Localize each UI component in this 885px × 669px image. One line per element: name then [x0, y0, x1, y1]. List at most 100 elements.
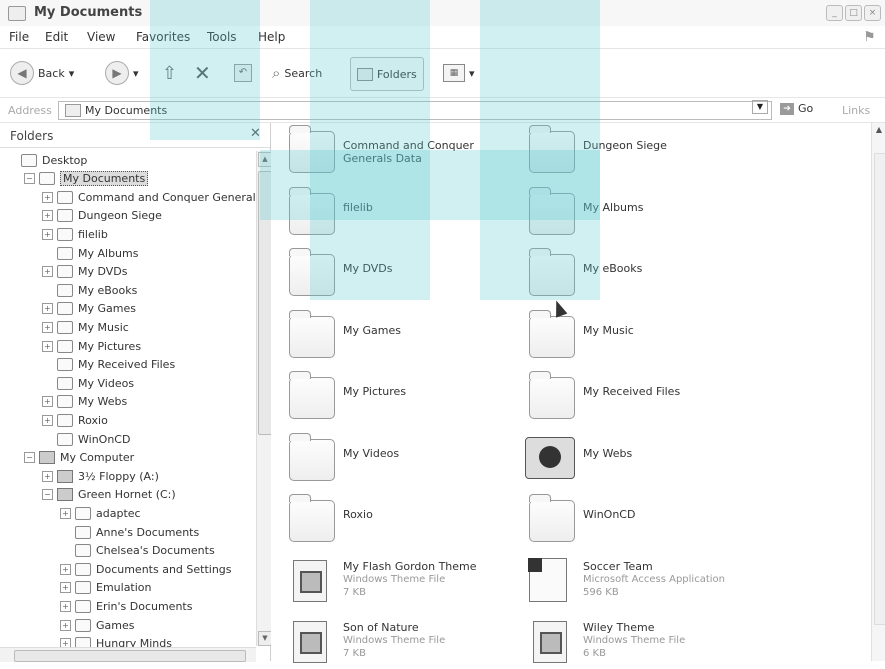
item-name: My Pictures [343, 385, 407, 398]
tree-item[interactable]: + My Music [42, 318, 129, 336]
back-button[interactable]: ◀ Back ▾ [10, 59, 74, 87]
folder-item[interactable]: My Received Files [517, 371, 747, 423]
chevron-down-icon[interactable]: ▾ [469, 67, 475, 80]
expand-icon[interactable]: + [42, 228, 53, 240]
forward-button[interactable]: ▶ ▾ [105, 59, 139, 87]
window-controls: _ □ × [826, 5, 881, 21]
collapse-icon[interactable]: − [42, 489, 53, 501]
menu-file[interactable]: File [9, 30, 29, 44]
collapse-icon[interactable]: − [24, 452, 35, 464]
file-item[interactable]: Soccer Team Microsoft Access Application 5… [517, 556, 747, 608]
chevron-down-icon[interactable]: ▾ [69, 67, 75, 80]
delete-button[interactable]: ✕ [194, 59, 211, 87]
expand-icon[interactable]: + [42, 191, 53, 203]
expand-icon[interactable]: + [60, 582, 71, 594]
expand-icon[interactable]: + [42, 470, 53, 482]
tree-item[interactable]: + My DVDs [42, 263, 128, 281]
tree-item[interactable]: + Roxio [42, 411, 108, 429]
scroll-down-icon[interactable]: ▼ [258, 631, 272, 646]
folder-item[interactable]: filelib [277, 186, 507, 239]
file-item[interactable]: Wiley Theme Windows Theme File 6 KB [517, 617, 747, 669]
folder-item[interactable]: Dungeon Siege [517, 125, 747, 177]
folder-item[interactable]: My eBooks [517, 248, 747, 300]
expand-icon[interactable]: + [60, 638, 71, 647]
folders-button[interactable]: Folders [350, 57, 424, 91]
expand-icon[interactable]: + [60, 600, 71, 612]
expand-icon[interactable]: + [60, 507, 71, 519]
expand-icon[interactable]: + [42, 321, 53, 333]
menu-help[interactable]: Help [258, 30, 285, 44]
maximize-button[interactable]: □ [845, 5, 862, 21]
tree-item[interactable]: My Received Files [42, 356, 175, 374]
scroll-thumb[interactable] [874, 153, 885, 625]
expand-icon[interactable]: + [60, 619, 71, 631]
tree-item[interactable]: + My Pictures [42, 337, 141, 355]
tree-item[interactable]: My Albums [42, 244, 138, 262]
expand-icon[interactable]: + [42, 266, 53, 278]
go-button[interactable]: ➔ Go [780, 102, 813, 115]
links-button[interactable]: Links [842, 104, 870, 117]
tree-item[interactable]: My eBooks [42, 281, 137, 299]
tree-item[interactable]: + Hungry Minds [60, 635, 172, 647]
menu-favorites[interactable]: Favorites [136, 30, 190, 44]
scroll-thumb[interactable] [258, 171, 272, 435]
expand-icon[interactable]: + [60, 563, 71, 575]
menu-view[interactable]: View [87, 30, 115, 44]
tree-item[interactable]: + Command and Conquer Generals [42, 188, 255, 206]
folder-item[interactable]: My Albums [517, 186, 747, 239]
tree-item[interactable]: Desktop [6, 151, 87, 169]
expand-icon[interactable]: + [42, 396, 53, 408]
tree-item[interactable]: WinOnCD [42, 430, 130, 448]
tree-item[interactable]: − My Documents [24, 170, 149, 188]
folder-item[interactable]: My Webs [517, 433, 747, 485]
menu-edit[interactable]: Edit [45, 30, 68, 44]
search-button[interactable]: ⌕ Search [272, 59, 322, 87]
scroll-up-icon[interactable]: ▲ [873, 125, 885, 137]
views-button[interactable]: ▦ ▾ [443, 59, 475, 87]
tree-item[interactable]: + My Games [42, 300, 136, 318]
close-button[interactable]: × [864, 5, 881, 21]
expand-icon[interactable]: + [42, 303, 53, 315]
folder-item[interactable]: My Games [277, 309, 507, 362]
tree-horizontal-scrollbar[interactable] [0, 647, 256, 662]
folder-item[interactable]: My DVDs [277, 248, 507, 300]
minimize-button[interactable]: _ [826, 5, 843, 21]
tree-item[interactable]: + Games [60, 616, 134, 634]
tree-item[interactable]: + adaptec [60, 504, 141, 522]
tree-item[interactable]: − Green Hornet (C:) [42, 486, 176, 504]
tree-item[interactable]: +3½ Floppy (A:) [42, 467, 159, 485]
expand-icon[interactable]: + [42, 414, 53, 426]
content-vertical-scrollbar[interactable]: ▲ [871, 123, 885, 661]
address-input[interactable]: My Documents [58, 101, 772, 120]
chevron-down-icon[interactable]: ▾ [133, 67, 139, 80]
folder-item[interactable]: Roxio [277, 494, 507, 546]
tree-item[interactable]: + Emulation [60, 579, 152, 597]
scroll-thumb[interactable] [14, 650, 246, 662]
folder-item[interactable]: My Pictures [277, 371, 507, 423]
file-item[interactable]: Son of Nature Windows Theme File 7 KB [277, 617, 507, 669]
tree-item[interactable]: My Videos [42, 374, 134, 392]
tree-item[interactable]: Anne's Documents [60, 523, 199, 541]
collapse-icon[interactable]: − [24, 173, 35, 185]
menu-tools[interactable]: Tools [207, 30, 237, 44]
tree-item[interactable]: − My Computer [24, 449, 134, 467]
undo-button[interactable]: ↶ [234, 59, 252, 87]
file-item[interactable]: My Flash Gordon Theme Windows Theme File 7… [277, 556, 507, 608]
tree-item[interactable]: + filelib [42, 225, 108, 243]
tree-item[interactable]: Chelsea's Documents [60, 542, 215, 560]
folder-item[interactable]: Command and Conquer Generals Data [277, 125, 507, 177]
expand-icon[interactable]: + [42, 340, 53, 352]
folder-item[interactable]: WinOnCD [517, 494, 747, 546]
close-pane-icon[interactable]: ✕ [250, 126, 261, 141]
tree-vertical-scrollbar[interactable]: ▲ ▼ [256, 151, 272, 646]
address-dropdown-button[interactable]: ▼ [752, 100, 768, 114]
tree-item[interactable]: + My Webs [42, 393, 127, 411]
folder-item[interactable]: My Videos [277, 432, 507, 485]
up-folder-button[interactable]: ⇧ [162, 59, 177, 87]
folder-item[interactable]: My Music [517, 309, 747, 362]
tree-item[interactable]: + Erin's Documents [60, 597, 192, 615]
tree-item[interactable]: + Dungeon Siege [42, 207, 162, 225]
scroll-up-icon[interactable]: ▲ [258, 152, 272, 167]
expand-icon[interactable]: + [42, 210, 53, 222]
tree-item[interactable]: + Documents and Settings [60, 560, 232, 578]
